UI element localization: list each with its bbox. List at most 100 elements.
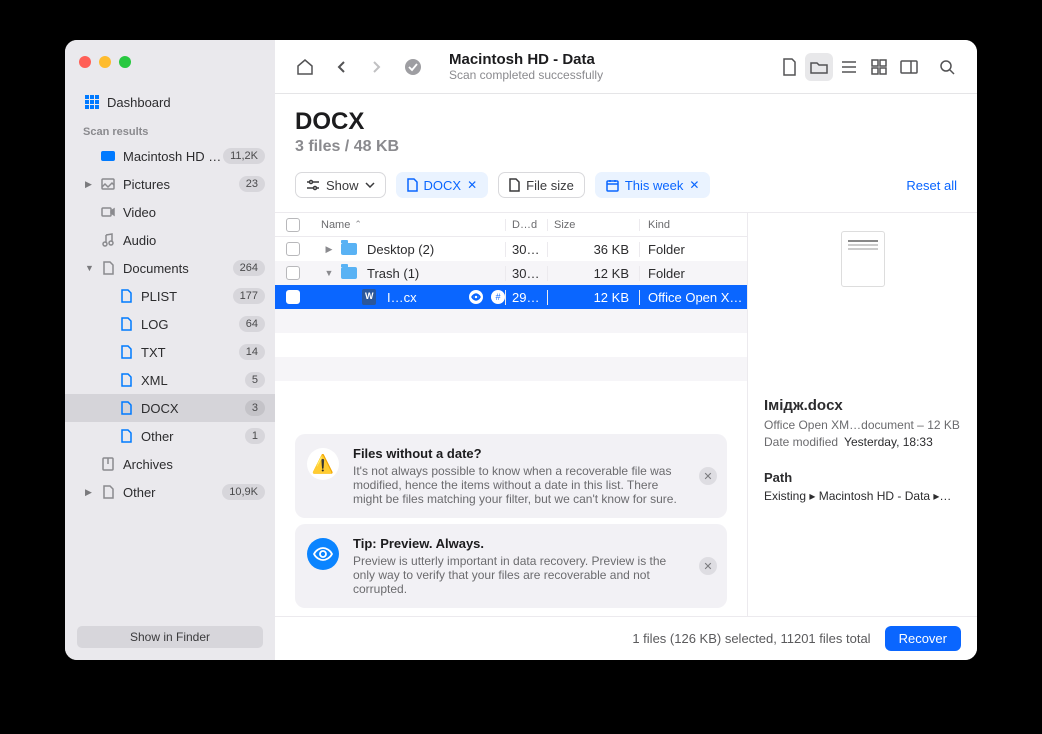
sidebar-item-doc-other[interactable]: Other 1 — [65, 422, 275, 450]
count-badge: 3 — [245, 400, 265, 416]
page-title: DOCX — [295, 108, 957, 136]
column-date[interactable]: D…d — [505, 219, 547, 231]
row-checkbox[interactable] — [286, 290, 300, 304]
select-all-checkbox[interactable] — [286, 218, 300, 232]
filter-chip-filesize[interactable]: File size — [498, 172, 585, 198]
close-tip-button[interactable]: ✕ — [699, 557, 717, 575]
count-badge: 1 — [245, 428, 265, 444]
recover-button[interactable]: Recover — [885, 626, 961, 651]
back-button[interactable] — [327, 53, 355, 81]
sidebar-item-pictures[interactable]: ▶ Pictures 23 — [65, 170, 275, 198]
table-row-selected[interactable]: І…cx# 29… 12 KB Office Open X… — [275, 285, 747, 309]
disclosure-down-icon[interactable]: ▼ — [321, 268, 337, 278]
close-tip-button[interactable]: ✕ — [699, 467, 717, 485]
sidebar-item-drive[interactable]: Macintosh HD -… 11,2K — [65, 142, 275, 170]
panel-toggle-button[interactable] — [895, 53, 923, 81]
table-row[interactable]: ▼Trash (1) 30… 12 KB Folder — [275, 261, 747, 285]
tip-files-without-date: ⚠️ ✕ Files without a date? It's not alwa… — [295, 434, 727, 518]
column-kind[interactable]: Kind — [639, 219, 747, 231]
sidebar-item-label: TXT — [141, 345, 239, 360]
sidebar-item-label: Archives — [123, 457, 265, 472]
sidebar-item-documents[interactable]: ▼ Documents 264 — [65, 254, 275, 282]
count-badge: 23 — [239, 176, 265, 192]
sidebar-item-label: PLIST — [141, 289, 233, 304]
sidebar-item-label: Documents — [123, 261, 233, 276]
calendar-icon — [606, 179, 619, 192]
zoom-window-button[interactable] — [119, 56, 131, 68]
sidebar-item-label: DOCX — [141, 401, 245, 416]
footer: 1 files (126 KB) selected, 11201 files t… — [275, 616, 977, 660]
drive-title: Macintosh HD - Data — [449, 51, 767, 68]
home-button[interactable] — [291, 53, 319, 81]
sidebar-item-label: XML — [141, 373, 245, 388]
preview-filename: Імідж.docx — [764, 397, 961, 414]
file-icon — [117, 429, 135, 443]
sort-asc-icon: ⌃ — [354, 219, 362, 230]
folder-view-button[interactable] — [805, 53, 833, 81]
scan-status-icon — [399, 53, 427, 81]
selection-status: 1 files (126 KB) selected, 11201 files t… — [632, 631, 870, 646]
sidebar-item-docx[interactable]: DOCX 3 — [65, 394, 275, 422]
sidebar-item-label: Video — [123, 205, 265, 220]
sidebar-item-video[interactable]: Video — [65, 198, 275, 226]
table-row-empty — [275, 309, 747, 333]
preview-kind: Office Open XM…document – 12 KB — [764, 418, 961, 432]
list-view-button[interactable] — [835, 53, 863, 81]
filter-chip-thisweek[interactable]: This week ✕ — [595, 172, 711, 198]
row-checkbox[interactable] — [286, 266, 300, 280]
preview-date-value: Yesterday, 18:33 — [844, 435, 933, 449]
table-row-empty — [275, 333, 747, 357]
row-checkbox[interactable] — [286, 242, 300, 256]
scan-status-text: Scan completed successfully — [449, 68, 767, 82]
chevron-down-icon[interactable]: ▼ — [85, 263, 97, 273]
content-header: DOCX 3 files / 48 KB — [275, 94, 977, 166]
count-badge: 64 — [239, 316, 265, 332]
sidebar-item-label: Other — [141, 429, 245, 444]
sidebar-item-audio[interactable]: Audio — [65, 226, 275, 254]
remove-filter-icon[interactable]: ✕ — [689, 178, 699, 192]
chevron-down-icon — [365, 182, 375, 188]
filter-chip-docx[interactable]: DOCX ✕ — [396, 172, 489, 198]
toolbar-title-area: Macintosh HD - Data Scan completed succe… — [435, 51, 767, 82]
show-in-finder-button[interactable]: Show in Finder — [77, 626, 263, 648]
preview-path-label: Path — [764, 470, 961, 485]
minimize-window-button[interactable] — [99, 56, 111, 68]
preview-available-icon — [469, 290, 483, 304]
chevron-right-icon[interactable]: ▶ — [85, 487, 97, 498]
docx-icon — [361, 289, 377, 305]
preview-date-label: Date modified — [764, 435, 838, 449]
column-size[interactable]: Size — [547, 219, 639, 231]
tag-icon: # — [491, 290, 505, 304]
forward-button[interactable] — [363, 53, 391, 81]
sidebar-item-xml[interactable]: XML 5 — [65, 366, 275, 394]
file-icon — [117, 401, 135, 415]
sidebar-item-other[interactable]: ▶ Other 10,9K — [65, 478, 275, 506]
table-row[interactable]: ▶Desktop (2) 30… 36 KB Folder — [275, 237, 747, 261]
new-file-button[interactable] — [775, 53, 803, 81]
sidebar-item-plist[interactable]: PLIST 177 — [65, 282, 275, 310]
column-name[interactable]: Name ⌃ — [311, 219, 505, 231]
window-controls — [65, 40, 275, 84]
sidebar-item-label: Pictures — [123, 177, 239, 192]
sidebar-item-log[interactable]: LOG 64 — [65, 310, 275, 338]
pictures-icon — [99, 178, 117, 190]
show-dropdown[interactable]: Show — [295, 172, 386, 198]
warning-icon: ⚠️ — [307, 448, 339, 480]
remove-filter-icon[interactable]: ✕ — [467, 178, 477, 192]
table-header: Name ⌃ D…d Size Kind — [275, 213, 747, 237]
grid-view-button[interactable] — [865, 53, 893, 81]
sidebar-item-dashboard[interactable]: Dashboard — [65, 88, 275, 116]
other-icon — [99, 485, 117, 499]
chevron-right-icon[interactable]: ▶ — [85, 179, 97, 190]
sidebar-item-archives[interactable]: Archives — [65, 450, 275, 478]
close-window-button[interactable] — [79, 56, 91, 68]
reset-all-link[interactable]: Reset all — [906, 178, 957, 193]
sidebar-item-label: Dashboard — [107, 95, 265, 110]
search-button[interactable] — [933, 53, 961, 81]
drive-icon — [99, 151, 117, 161]
sidebar-item-label: Other — [123, 485, 222, 500]
sliders-icon — [306, 179, 320, 191]
sidebar-item-txt[interactable]: TXT 14 — [65, 338, 275, 366]
folder-icon — [341, 265, 357, 281]
disclosure-right-icon[interactable]: ▶ — [321, 244, 337, 255]
